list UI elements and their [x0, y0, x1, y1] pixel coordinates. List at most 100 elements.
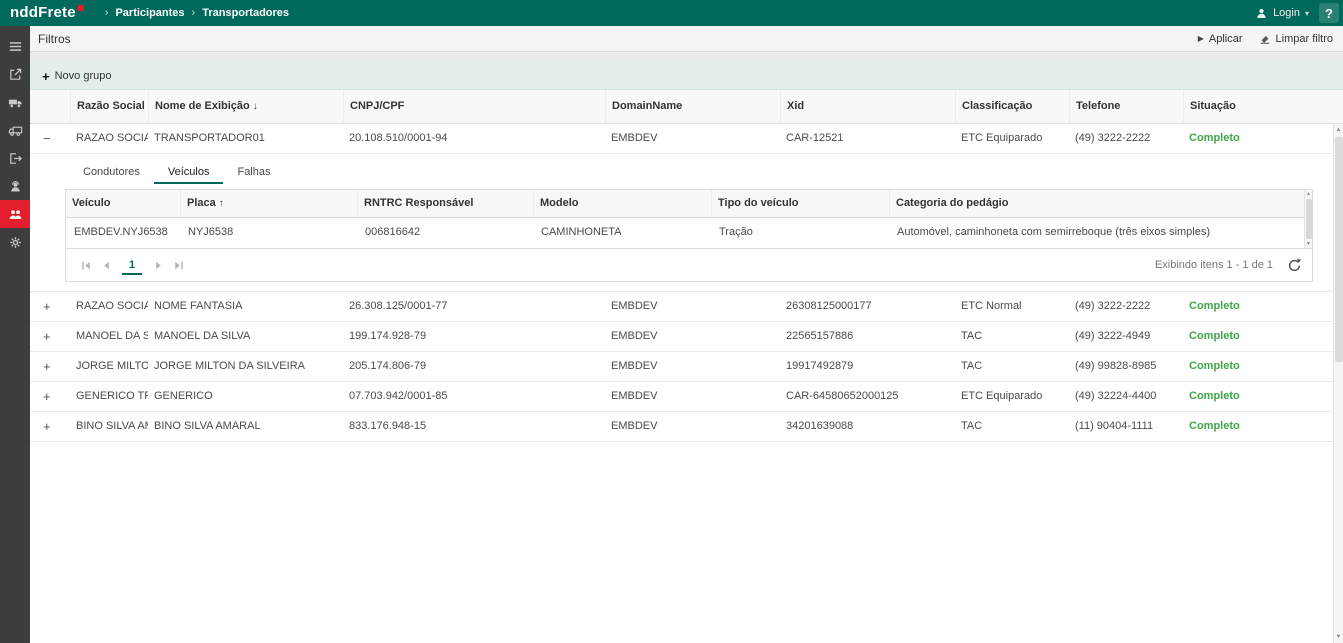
cell-domainname: EMBDEV: [605, 322, 780, 351]
col-domainname[interactable]: DomainName: [605, 90, 780, 123]
col-telefone[interactable]: Telefone: [1069, 90, 1183, 123]
gear-icon: [8, 235, 23, 250]
cell-cnpj-cpf: 26.308.125/0001-77: [343, 292, 605, 321]
col-label: Categoria do pedágio: [896, 197, 1008, 209]
sidebar-item-trips[interactable]: [0, 88, 30, 116]
clear-filter-label: Limpar filtro: [1276, 33, 1333, 45]
export-document-icon: [8, 67, 23, 82]
col-label: Modelo: [540, 197, 579, 209]
table-row[interactable]: − RAZAO SOCIAL S... TRANSPORTADOR01 20.1…: [30, 124, 1343, 154]
col-situacao[interactable]: Situação: [1183, 90, 1333, 123]
topbar: nddFrete › Participantes › Transportador…: [0, 0, 1343, 26]
clear-filter-button[interactable]: Limpar filtro: [1259, 33, 1333, 45]
user-icon: [1255, 7, 1268, 20]
filters-title: Filtros: [38, 32, 71, 46]
col-tipo-veiculo[interactable]: Tipo do veículo: [711, 190, 889, 217]
row-detail-panel: Condutores Veículos Falhas Veículo Placa…: [30, 154, 1343, 292]
cell-domainname: EMBDEV: [605, 412, 780, 441]
col-xid[interactable]: Xid: [780, 90, 955, 123]
cell-telefone: (11) 90404-1111: [1069, 412, 1183, 441]
new-group-label: Novo grupo: [55, 70, 112, 82]
app-logo[interactable]: nddFrete: [10, 1, 84, 25]
sidebar-menu-button[interactable]: [0, 32, 30, 60]
tab-falhas[interactable]: Falhas: [223, 161, 284, 184]
expand-row-button[interactable]: +: [36, 322, 51, 351]
col-label: CNPJ/CPF: [350, 100, 404, 112]
sidebar-item-cargo[interactable]: [0, 116, 30, 144]
cell-xid: 26308125000177: [780, 292, 955, 321]
pager-page-1[interactable]: 1: [122, 256, 142, 275]
tab-veiculos[interactable]: Veículos: [154, 161, 224, 184]
cargo-truck-icon: [8, 123, 23, 138]
col-expander: [30, 90, 70, 123]
pager-prev-button[interactable]: [96, 255, 116, 275]
expand-row-button[interactable]: +: [36, 382, 51, 411]
table-row[interactable]: + BINO SILVA AMA... BINO SILVA AMARAL 83…: [30, 412, 1343, 442]
col-classificacao[interactable]: Classificação: [955, 90, 1069, 123]
col-rntrc-responsavel[interactable]: RNTRC Responsável: [357, 190, 533, 217]
col-label: Placa: [187, 197, 216, 209]
sidebar-item-operator[interactable]: [0, 172, 30, 200]
pager-next-button[interactable]: [148, 255, 168, 275]
pager-status: Exibindo itens 1 - 1 de 1: [1155, 259, 1273, 271]
cell-xid: 19917492879: [780, 352, 955, 381]
status-badge: Completo: [1183, 292, 1343, 321]
sidebar-item-operations[interactable]: [0, 60, 30, 88]
table-row[interactable]: + MANOEL DA SILVA MANOEL DA SILVA 199.17…: [30, 322, 1343, 352]
col-placa[interactable]: Placa↑: [180, 190, 357, 217]
breadcrumb-participantes[interactable]: Participantes: [115, 7, 184, 19]
collapse-row-button[interactable]: −: [36, 124, 51, 153]
status-badge: Completo: [1183, 124, 1343, 153]
col-nome-exibicao[interactable]: Nome de Exibição↓: [148, 90, 343, 123]
new-group-button[interactable]: + Novo grupo: [42, 69, 111, 84]
breadcrumb-transportadores[interactable]: Transportadores: [202, 7, 289, 19]
expand-row-button[interactable]: +: [36, 412, 51, 441]
sidebar-item-exit[interactable]: [0, 144, 30, 172]
cell-cnpj-cpf: 199.174.928-79: [343, 322, 605, 351]
pager-last-button[interactable]: [168, 255, 188, 275]
table-row[interactable]: + RAZAO SOCIAL NOME FANTASIA 26.308.125/…: [30, 292, 1343, 322]
col-cnpj-cpf[interactable]: CNPJ/CPF: [343, 90, 605, 123]
table-row[interactable]: + JORGE MILTON ... JORGE MILTON DA SILVE…: [30, 352, 1343, 382]
status-badge: Completo: [1183, 382, 1343, 411]
main-scrollbar[interactable]: ▲ ▼: [1333, 124, 1343, 643]
login-menu[interactable]: Login ▾: [1255, 7, 1309, 20]
filter-actions: ▶ Aplicar Limpar filtro: [1198, 33, 1333, 45]
transporters-grid: + Novo grupo Razão Social Nome de Exibiç…: [30, 63, 1343, 643]
vehicles-scrollbar[interactable]: ▲ ▼: [1304, 190, 1312, 248]
expand-row-button[interactable]: +: [36, 292, 51, 321]
scroll-up-icon[interactable]: ▲: [1336, 124, 1342, 136]
topbar-right: Login ▾ ?: [1255, 3, 1339, 23]
scroll-down-icon[interactable]: ▼: [1336, 631, 1342, 643]
help-label: ?: [1325, 6, 1333, 21]
tab-condutores[interactable]: Condutores: [69, 161, 154, 184]
expand-row-button[interactable]: +: [36, 352, 51, 381]
help-button[interactable]: ?: [1319, 3, 1339, 23]
cell-cnpj-cpf: 07.703.942/0001-85: [343, 382, 605, 411]
cell-nome-exibicao: MANOEL DA SILVA: [148, 322, 343, 351]
cell-classificacao: ETC Equiparado: [955, 124, 1069, 153]
col-categoria-pedagio[interactable]: Categoria do pedágio: [889, 190, 1304, 217]
col-razao-social[interactable]: Razão Social: [70, 90, 148, 123]
apply-button[interactable]: ▶ Aplicar: [1198, 33, 1243, 45]
scroll-down-icon[interactable]: ▼: [1306, 240, 1311, 248]
cell-nome-exibicao: BINO SILVA AMARAL: [148, 412, 343, 441]
vehicles-pager: 1 Exibindo itens 1 - 1 de 1: [66, 248, 1312, 281]
col-label: Razão Social: [77, 100, 145, 112]
scroll-up-icon[interactable]: ▲: [1306, 190, 1311, 198]
sidebar-item-settings[interactable]: [0, 228, 30, 256]
scrollbar-thumb[interactable]: [1335, 137, 1343, 362]
col-veiculo[interactable]: Veículo: [66, 190, 180, 217]
cell-xid: CAR-12521: [780, 124, 955, 153]
cell-razao-social: RAZAO SOCIAL: [70, 292, 148, 321]
cell-tipo-veiculo: Tração: [711, 218, 889, 248]
col-modelo[interactable]: Modelo: [533, 190, 711, 217]
pager-first-button[interactable]: [76, 255, 96, 275]
play-icon: ▶: [1198, 34, 1204, 43]
refresh-button[interactable]: [1287, 258, 1302, 273]
sidebar-item-participants[interactable]: [0, 200, 30, 228]
table-row[interactable]: + GENERICO TRAN... GENERICO 07.703.942/0…: [30, 382, 1343, 412]
cell-telefone: (49) 3222-4949: [1069, 322, 1183, 351]
scrollbar-thumb[interactable]: [1306, 199, 1312, 239]
vehicle-row[interactable]: EMBDEV.NYJ6538 NYJ6538 006816642 CAMINHO…: [66, 218, 1312, 248]
